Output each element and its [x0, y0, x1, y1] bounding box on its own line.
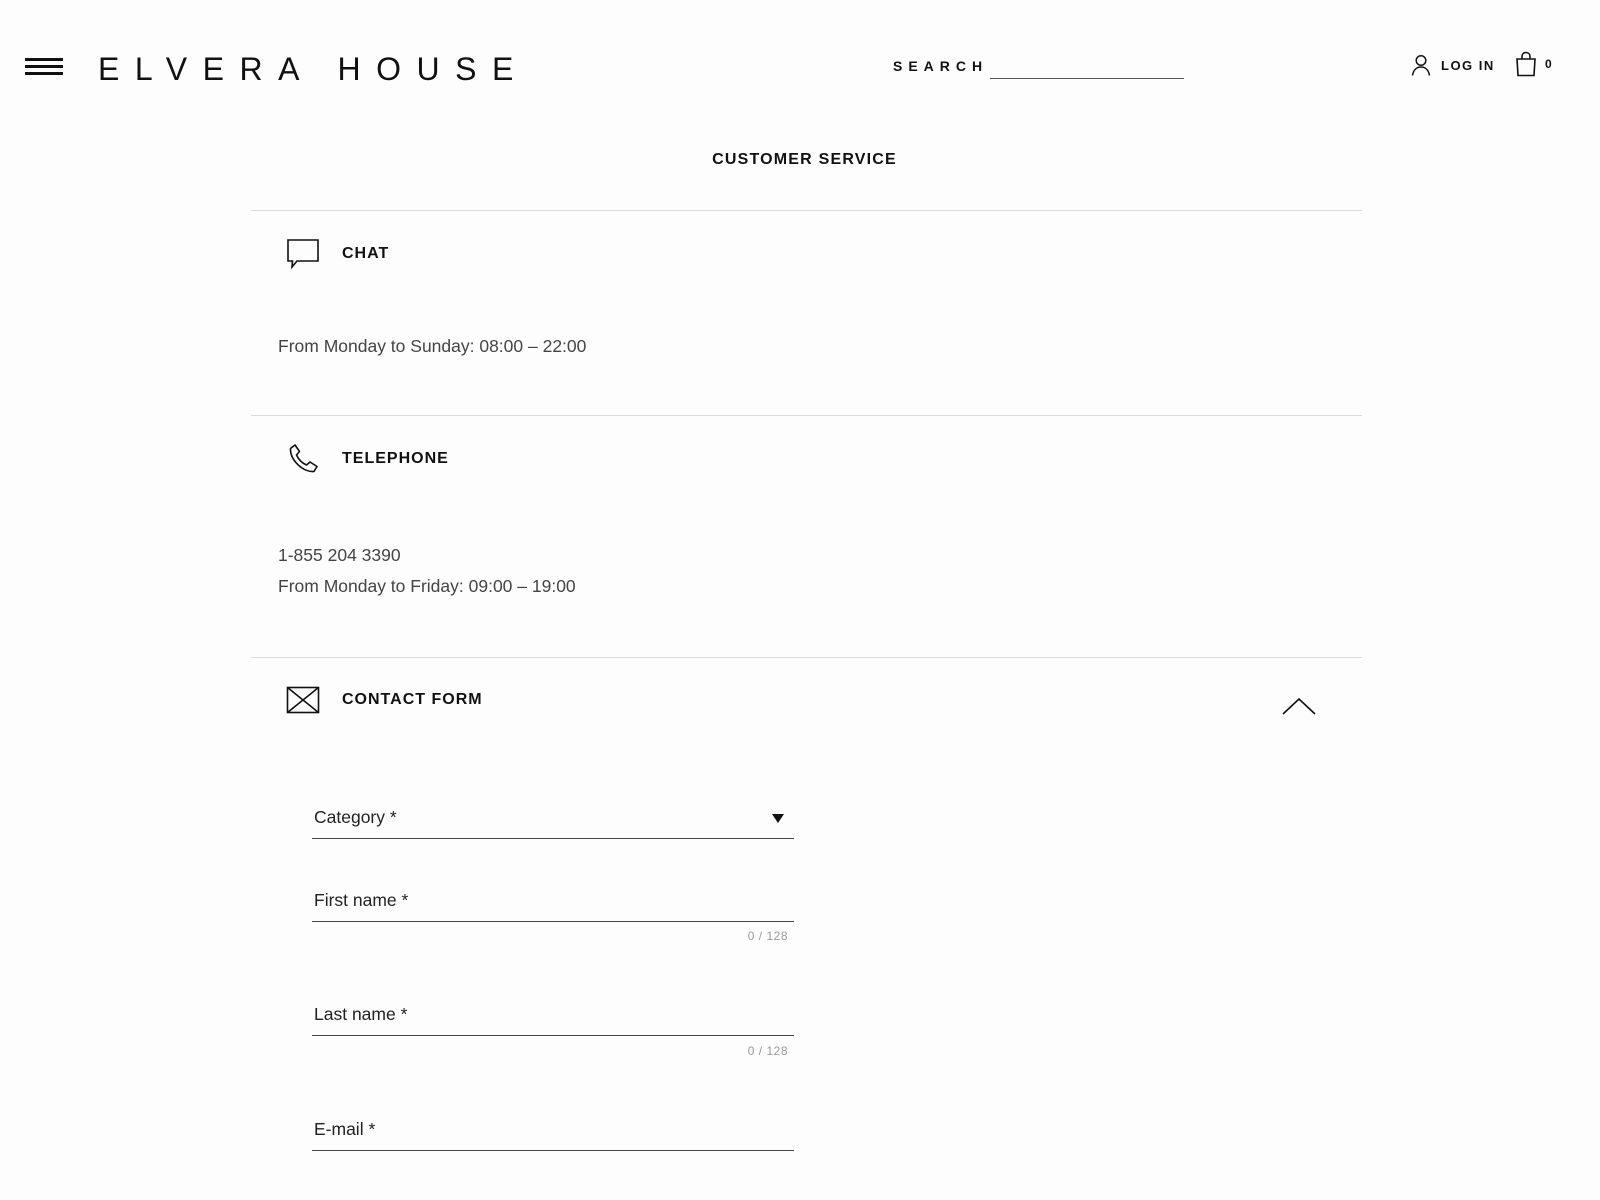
- brand-logo[interactable]: ELVERA HOUSE: [98, 51, 529, 88]
- section-divider: [251, 415, 1362, 416]
- customer-service-page: ELVERA HOUSE SEARCH LOG IN 0 CUSTOMER SE…: [0, 0, 1600, 1200]
- category-label: Category *: [314, 807, 397, 827]
- last-name-char-counter: 0 / 128: [747, 1044, 788, 1058]
- first-name-field[interactable]: First name * 0 / 128: [312, 884, 794, 944]
- search-input[interactable]: [990, 57, 1184, 79]
- section-divider: [251, 210, 1362, 211]
- chat-hours: From Monday to Sunday: 08:00 – 22:00: [278, 336, 587, 356]
- login-label: LOG IN: [1441, 57, 1495, 73]
- chat-bubble-icon: [285, 237, 321, 271]
- hamburger-menu-icon[interactable]: [25, 55, 63, 79]
- field-underline: [312, 838, 794, 839]
- category-select[interactable]: Category *: [312, 800, 794, 840]
- email-field[interactable]: E-mail *: [312, 1112, 794, 1156]
- field-underline: [312, 921, 794, 922]
- chevron-up-icon[interactable]: [1280, 694, 1318, 720]
- first-name-input[interactable]: [312, 884, 794, 944]
- user-icon: [1411, 54, 1431, 76]
- section-label-telephone: TELEPHONE: [342, 450, 449, 467]
- cart-button[interactable]: 0: [1515, 51, 1552, 77]
- last-name-input[interactable]: [312, 998, 794, 1058]
- field-underline: [312, 1035, 794, 1036]
- phone-icon: [285, 442, 321, 476]
- page-title: CUSTOMER SERVICE: [712, 151, 897, 168]
- dropdown-arrow-icon: [772, 814, 784, 823]
- telephone-number[interactable]: 1-855 204 3390: [278, 545, 401, 566]
- last-name-field[interactable]: Last name * 0 / 128: [312, 998, 794, 1058]
- shopping-bag-icon: [1516, 51, 1536, 77]
- section-header-telephone[interactable]: TELEPHONE: [285, 439, 449, 479]
- envelope-icon: [285, 683, 321, 717]
- cart-count-badge: 0: [1545, 57, 1552, 71]
- section-label-chat: CHAT: [342, 245, 390, 262]
- telephone-hours: From Monday to Friday: 09:00 – 19:00: [278, 576, 576, 596]
- login-button[interactable]: LOG IN: [1411, 53, 1495, 77]
- section-label-contact-form: CONTACT FORM: [342, 691, 483, 708]
- section-divider: [251, 657, 1362, 658]
- section-header-chat[interactable]: CHAT: [285, 234, 389, 274]
- search-label: SEARCH: [893, 58, 989, 74]
- first-name-char-counter: 0 / 128: [747, 929, 788, 943]
- field-underline: [312, 1150, 794, 1151]
- section-header-contact-form[interactable]: CONTACT FORM: [285, 680, 483, 720]
- site-header: ELVERA HOUSE SEARCH LOG IN 0: [0, 0, 1600, 130]
